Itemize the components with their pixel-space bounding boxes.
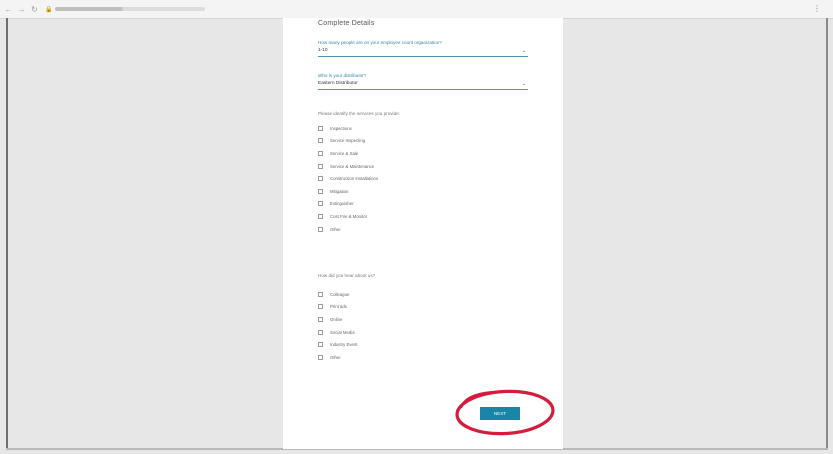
checkbox-row[interactable]: Print ads	[318, 301, 357, 314]
checkbox-label: Colleague	[330, 291, 350, 297]
url-text	[55, 7, 206, 11]
checkbox[interactable]	[318, 304, 323, 310]
checkbox-row[interactable]: Colleague	[318, 288, 357, 301]
checkbox-row[interactable]: Service Inspecting	[318, 135, 378, 148]
employee-count-select[interactable]: 1-10 ⌄	[318, 46, 528, 57]
form-panel: Complete Details How many people are on …	[283, 18, 563, 449]
services-checkbox-list: Inspections Service Inspecting Service &…	[318, 122, 378, 235]
checkbox-label: Inspections	[330, 125, 352, 131]
distributor-label: Who is your distributor?	[318, 73, 367, 78]
checkbox-label: Extinguisher	[330, 201, 354, 207]
more-vert-icon[interactable]: ⋮	[813, 4, 821, 13]
checkbox-label: Service Inspecting	[330, 138, 366, 144]
checkbox[interactable]	[318, 342, 323, 348]
checkbox-label: Cost Fire & Monitor	[330, 213, 368, 219]
checkbox-row[interactable]: Construction Installations	[318, 172, 378, 185]
chevron-down-icon: ⌄	[521, 48, 526, 54]
distributor-select[interactable]: Eastern Distributor ⌄	[318, 79, 528, 90]
checkbox[interactable]	[318, 125, 323, 131]
browser-window: ← → ↻ 🔒 ⋮ Complete Details How many peop…	[0, 0, 833, 454]
employee-count-value: 1-10	[318, 48, 328, 53]
checkbox-label: Construction Installations	[330, 176, 379, 182]
checkbox-row[interactable]: Social Media	[318, 326, 357, 339]
checkbox-label: Online	[330, 316, 343, 322]
source-checkbox-list: Colleague Print ads Online Social Media …	[318, 288, 357, 364]
checkbox-label: Other	[330, 354, 341, 360]
checkbox-row[interactable]: Other	[318, 223, 378, 236]
checkbox[interactable]	[318, 213, 323, 219]
window-left-edge	[6, 18, 8, 448]
checkbox[interactable]	[318, 329, 323, 335]
checkbox-label: Service & Maintenance	[330, 163, 375, 169]
next-button[interactable]: NEXT	[480, 407, 520, 420]
back-arrow-icon[interactable]: ←	[4, 5, 13, 14]
checkbox-row[interactable]: Service & Maintenance	[318, 160, 378, 173]
employee-count-label: How many people are on your employee cou…	[318, 40, 442, 45]
services-label: Please identify the services you provide…	[318, 111, 400, 116]
distributor-value: Eastern Distributor	[318, 81, 358, 86]
chevron-down-icon: ⌄	[521, 81, 526, 87]
checkbox-row[interactable]: Online	[318, 313, 357, 326]
checkbox[interactable]	[318, 201, 323, 207]
checkbox-row[interactable]: Industry Event	[318, 338, 357, 351]
checkbox[interactable]	[318, 188, 323, 194]
checkbox-row[interactable]: Service & Sale	[318, 147, 378, 160]
checkbox-row[interactable]: Mitigation	[318, 185, 378, 198]
checkbox[interactable]	[318, 150, 323, 156]
checkbox[interactable]	[318, 316, 323, 322]
checkbox-row[interactable]: Extinguisher	[318, 198, 378, 211]
checkbox-row[interactable]: Inspections	[318, 122, 378, 135]
browser-toolbar: ← → ↻ 🔒 ⋮	[0, 0, 833, 19]
checkbox-row[interactable]: Other	[318, 351, 357, 364]
checkbox[interactable]	[318, 354, 323, 360]
forward-arrow-icon[interactable]: →	[17, 5, 26, 14]
lock-icon: 🔒	[45, 6, 53, 13]
checkbox[interactable]	[318, 226, 323, 232]
checkbox-label: Other	[330, 226, 341, 232]
checkbox[interactable]	[318, 163, 323, 169]
checkbox[interactable]	[318, 176, 323, 182]
window-right-edge	[826, 18, 828, 448]
address-bar[interactable]: 🔒	[45, 4, 245, 14]
checkbox-label: Mitigation	[330, 188, 349, 194]
checkbox-label: Service & Sale	[330, 150, 359, 156]
checkbox-label: Industry Event	[330, 342, 358, 348]
reload-icon[interactable]: ↻	[30, 5, 39, 14]
checkbox[interactable]	[318, 138, 323, 144]
source-label: How did you hear about us?	[318, 273, 376, 278]
checkbox-label: Social Media	[330, 329, 355, 335]
checkbox-label: Print ads	[330, 304, 347, 310]
checkbox-row[interactable]: Cost Fire & Monitor	[318, 210, 378, 223]
checkbox[interactable]	[318, 291, 323, 297]
form-title: Complete Details	[318, 20, 375, 27]
